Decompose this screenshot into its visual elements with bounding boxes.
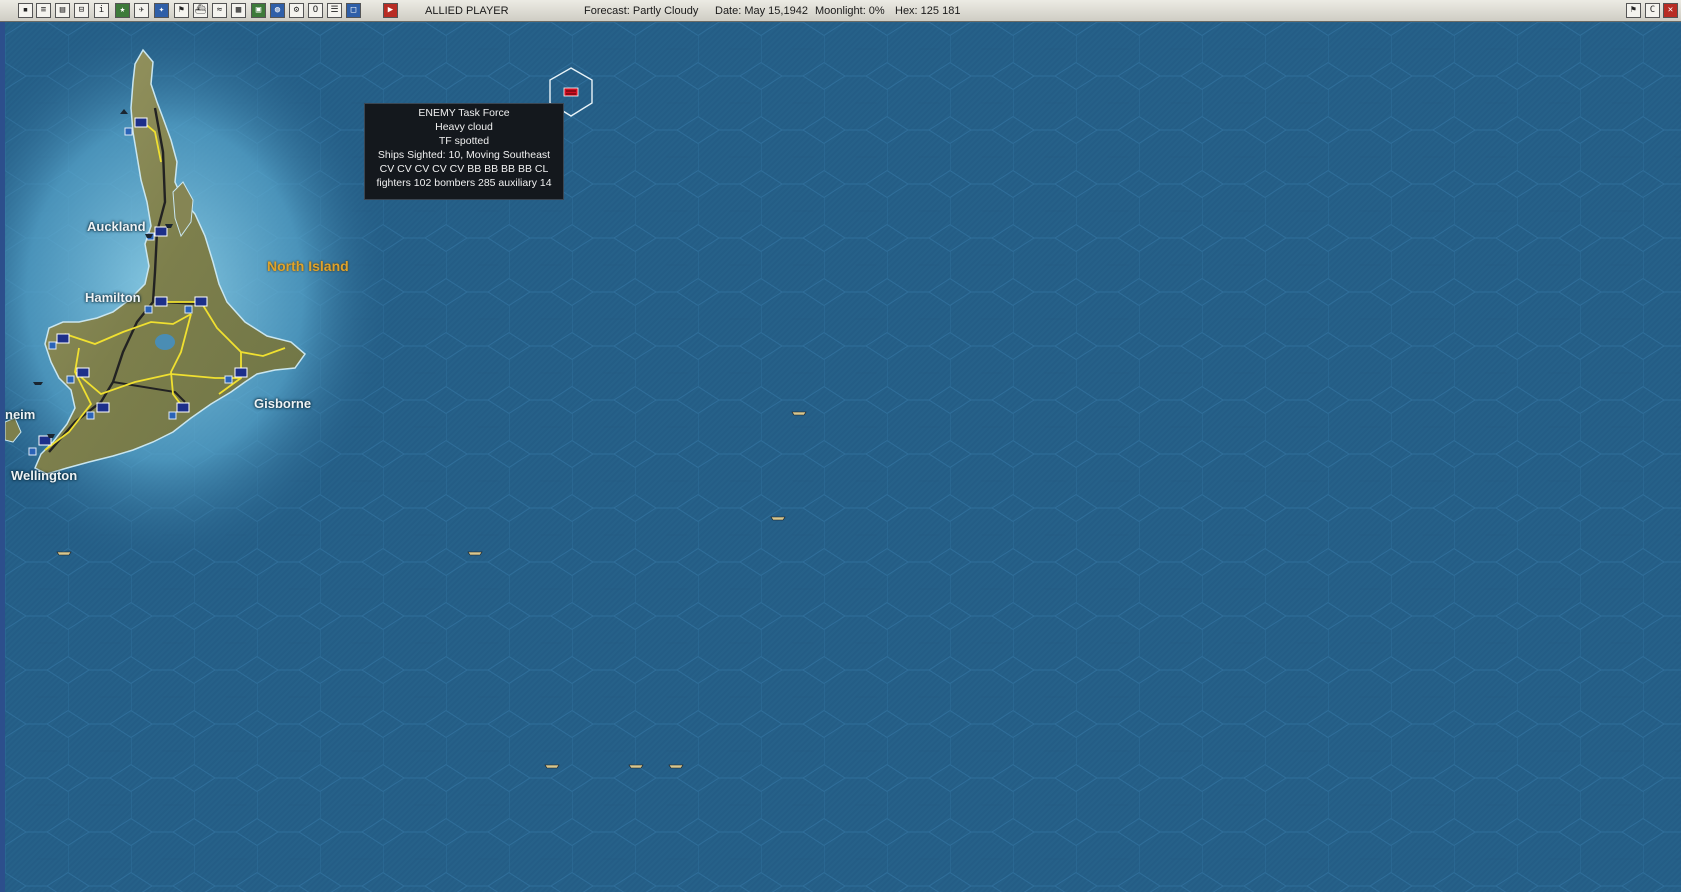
task-force-icon <box>628 764 644 769</box>
flag-icon[interactable]: ⚑ <box>174 3 189 18</box>
city-label: Gisborne <box>254 396 312 411</box>
tooltip-line: ENEMY Task Force <box>418 107 510 119</box>
task-force-icon <box>770 516 786 521</box>
tooltip-line: CV CV CV CV CV BB BB BB BB CL <box>379 163 549 175</box>
task-force-tooltip: ENEMY Task Force Heavy cloud TF spotted … <box>364 103 564 200</box>
aircraft-icon[interactable]: ✈ <box>134 3 149 18</box>
tooltip-line: TF spotted <box>438 135 490 147</box>
ship-icon[interactable]: ⛴ <box>193 3 208 18</box>
c-icon[interactable]: C <box>1645 3 1660 18</box>
airgroup-icon[interactable]: ✦ <box>154 3 169 18</box>
briefing-icon[interactable]: ▤ <box>55 3 70 18</box>
globe-icon[interactable]: ◍ <box>270 3 285 18</box>
date-label: Date: May 15,1942 <box>715 5 808 17</box>
task-force-icon <box>467 551 483 556</box>
tooltip-line: fighters 102 bombers 285 auxiliary 14 <box>376 177 552 189</box>
task-force-icon <box>544 764 560 769</box>
grid-icon[interactable]: ▦ <box>231 3 246 18</box>
replacements-icon[interactable]: ⚙ <box>289 3 304 18</box>
play-icon[interactable]: ▶ <box>383 3 398 18</box>
region-label: North Island <box>267 258 349 274</box>
intel-icon[interactable]: ⊟ <box>74 3 89 18</box>
task-force-icon <box>56 551 72 556</box>
tooltip-line: Heavy cloud <box>435 121 493 133</box>
moonlight-label: Moonlight: 0% <box>815 5 885 17</box>
city-label: Hamilton <box>85 290 141 305</box>
document-icon[interactable]: ≡ <box>36 3 51 18</box>
player-label: ALLIED PLAYER <box>425 5 509 17</box>
info-icon[interactable]: i <box>94 3 109 18</box>
close-icon[interactable]: ✕ <box>1663 3 1678 18</box>
forecast-label: Forecast: Partly Cloudy <box>584 5 699 17</box>
save-icon[interactable]: ▪ <box>18 3 33 18</box>
city-label: Wellington <box>11 468 78 483</box>
wind-icon[interactable]: ≈ <box>212 3 227 18</box>
lake-taupo <box>155 334 175 350</box>
tooltip-line: Ships Sighted: 10, Moving Southeast <box>377 149 551 161</box>
task-force-icon <box>668 764 684 769</box>
enemy-task-force-icon[interactable] <box>563 87 579 97</box>
pool-icon[interactable]: ▣ <box>251 3 266 18</box>
map-canvas[interactable] <box>5 22 1681 892</box>
top-toolbar: ▪ ≡ ▤ ⊟ i ★ ✈ ✦ ⚑ ⛴ ≈ ▦ ▣ ◍ ⚙ O ☰ □ ▶ AL… <box>0 0 1681 22</box>
city-label: neim <box>5 407 36 422</box>
game-map[interactable]: Auckland Hamilton Gisborne Wellington ne… <box>5 22 1681 892</box>
hex-label: Hex: 125 181 <box>895 5 961 17</box>
ob-icon[interactable]: O <box>308 3 323 18</box>
map-toggle-icon[interactable]: ⚑ <box>1626 3 1641 18</box>
window-icon[interactable]: □ <box>346 3 361 18</box>
list-icon[interactable]: ☰ <box>327 3 342 18</box>
task-force-icon <box>791 411 807 416</box>
city-label: Auckland <box>87 219 146 234</box>
star-icon[interactable]: ★ <box>115 3 130 18</box>
